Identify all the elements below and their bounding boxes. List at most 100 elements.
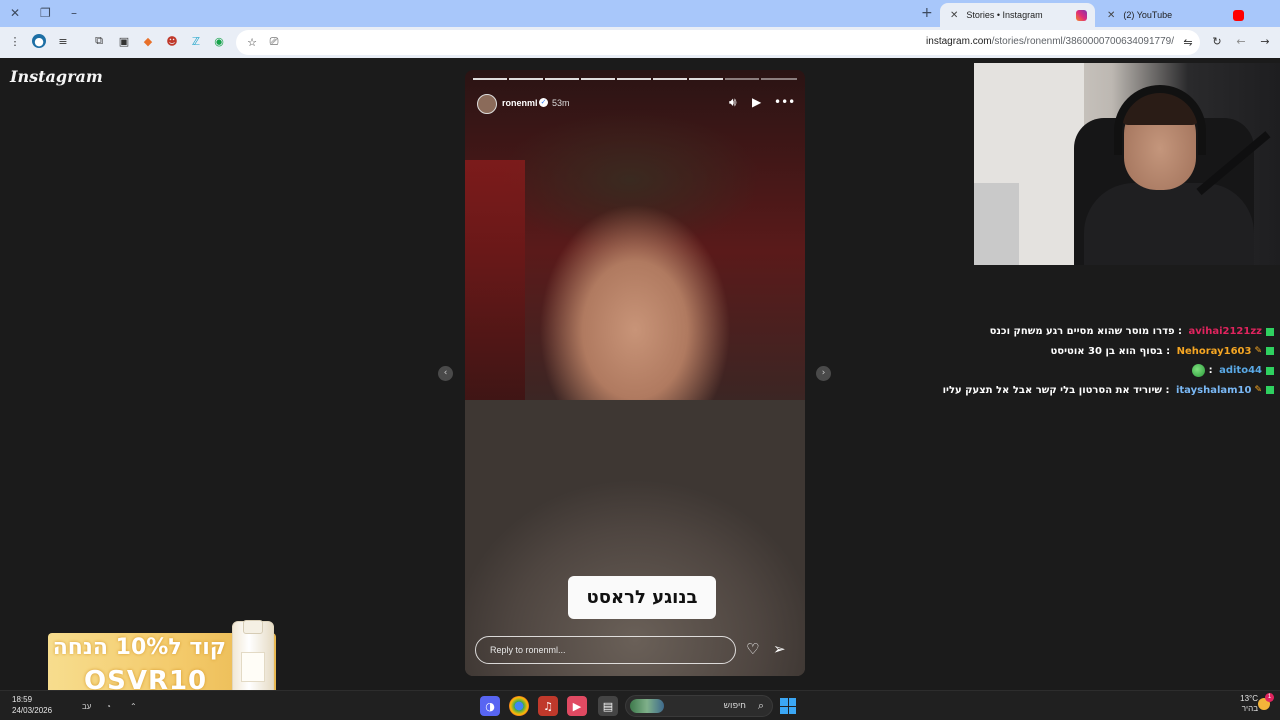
- search-label: חיפוש: [723, 701, 746, 711]
- more-options-icon[interactable]: •••: [774, 95, 795, 109]
- windows-taskbar: 18:59 24/03/2026 עב ◔ ⌃ ◑ ♫ ▶ ▤ חיפוש ⌕ …: [0, 690, 1280, 720]
- restore-window-icon[interactable]: ❐: [40, 6, 51, 20]
- earth-emote-icon: [1192, 364, 1206, 378]
- url-text[interactable]: instagram.com/stories/ronenml/3860000700…: [926, 36, 1174, 47]
- close-tab-icon[interactable]: ✕: [1107, 10, 1115, 21]
- tab-youtube[interactable]: ✕ (2) YouTube: [1097, 3, 1252, 27]
- instagram-favicon-icon: [1076, 9, 1087, 21]
- chat-badge-icon: [1266, 386, 1274, 395]
- tray-chevron-icon[interactable]: ⌃: [130, 702, 137, 711]
- tab-instagram[interactable]: ✕ Stories • Instagram: [940, 3, 1095, 27]
- previous-story-button[interactable]: ‹: [438, 366, 453, 381]
- chat-message: פדרו מוסר שהוא מסיים רגע משחק וכנס : avi…: [974, 322, 1274, 342]
- close-tab-icon[interactable]: ✕: [950, 10, 958, 21]
- tab-title: Stories • Instagram: [966, 10, 1043, 20]
- back-arrow-icon[interactable]: ←: [1234, 34, 1248, 48]
- streaming-app-icon[interactable]: ▶: [567, 696, 587, 716]
- reply-input[interactable]: Reply to ronenml...: [475, 636, 736, 664]
- language-indicator-icon[interactable]: עב: [82, 702, 91, 711]
- send-icon[interactable]: ➢: [773, 640, 786, 658]
- extension-orange-icon[interactable]: ◆: [141, 34, 155, 48]
- new-tab-button[interactable]: +: [921, 5, 933, 21]
- weather-description: בהיר: [1241, 704, 1258, 713]
- extension-face-icon[interactable]: ☻: [165, 34, 179, 48]
- story-progress-segment-current: [725, 78, 759, 80]
- story-progress-segment: [545, 78, 579, 80]
- instagram-logo[interactable]: Instagram: [10, 67, 103, 86]
- site-settings-icon[interactable]: ⇋: [1181, 35, 1195, 49]
- volume-icon[interactable]: 🔊︎: [729, 95, 737, 110]
- story-progress-segment: [761, 78, 797, 80]
- media-app-icon[interactable]: ♫: [538, 696, 558, 716]
- chat-message: שיוריד את הסרטון בלי קשר אבל אל תצעק עלי…: [943, 381, 1274, 401]
- reload-icon[interactable]: ↻: [1210, 34, 1224, 48]
- chrome-app-icon[interactable]: [509, 696, 529, 716]
- story-progress-segment: [473, 78, 507, 80]
- bottle-cap: [243, 620, 263, 634]
- extensions-puzzle-icon[interactable]: ⧉: [92, 34, 106, 48]
- system-clock[interactable]: 18:59 24/03/2026: [12, 694, 52, 716]
- story-background: [465, 400, 805, 676]
- next-story-button[interactable]: ›: [816, 366, 831, 381]
- tab-strip: ✕ ❐ – + ✕ Stories • Instagram ✕ (2) YouT…: [0, 0, 1280, 27]
- address-bar[interactable]: ☆ ⎚ instagram.com/stories/ronenml/386000…: [236, 30, 1200, 55]
- grammarly-icon[interactable]: ◉: [212, 34, 226, 48]
- search-icon: ⌕: [757, 699, 764, 712]
- chat-message: : adito44: [974, 361, 1274, 381]
- url-domain: instagram.com: [926, 36, 992, 47]
- chat-separator: :: [1174, 326, 1186, 338]
- weather-temperature: 13°C: [1240, 694, 1258, 703]
- translate-extension-icon[interactable]: ℤ: [189, 34, 203, 48]
- url-path: /stories/ronenml/3860000700634091779/: [991, 36, 1174, 47]
- story-username[interactable]: ronenml: [502, 98, 538, 108]
- taskbar-search[interactable]: חיפוש ⌕: [625, 695, 773, 717]
- pen-badge-icon: ✎: [1254, 346, 1262, 357]
- story-background: [465, 160, 525, 420]
- verified-badge-icon: ✓: [539, 98, 548, 107]
- search-highlight-image: [630, 699, 664, 713]
- chat-separator: :: [1205, 365, 1217, 377]
- story-progress-segment: [689, 78, 723, 80]
- story-user-avatar[interactable]: [477, 94, 497, 114]
- tab-search-icon[interactable]: ▣: [117, 34, 131, 48]
- webcam-background: [974, 183, 1019, 265]
- headset: [1114, 85, 1206, 155]
- file-explorer-icon[interactable]: ▤: [598, 696, 618, 716]
- discord-app-icon[interactable]: ◑: [480, 696, 500, 716]
- story-progress-segment: [581, 78, 615, 80]
- chat-badge-icon: [1266, 366, 1274, 375]
- bottle-label: [241, 652, 265, 682]
- chat-separator: :: [1162, 345, 1174, 357]
- story-progress-segment: [617, 78, 651, 80]
- browser-toolbar: ⋮ ● ≡ ⧉ ▣ ◆ ☻ ℤ ◉ ☆ ⎚ instagram.com/stor…: [0, 27, 1280, 58]
- forward-arrow-icon[interactable]: →: [1258, 34, 1272, 48]
- close-window-icon[interactable]: ✕: [10, 6, 20, 20]
- stream-chat: פדרו מוסר שהוא מסיים רגע משחק וכנס : avi…: [943, 322, 1274, 401]
- chat-message-text: שיוריד את הסרטון בלי קשר אבל אל תצעק עלי…: [942, 384, 1162, 396]
- profile-avatar-icon[interactable]: ●: [32, 34, 46, 48]
- extension-icon[interactable]: ≡: [56, 34, 70, 48]
- story-timestamp: 53m: [552, 98, 570, 108]
- chat-username: Nehoray1603: [1176, 345, 1252, 357]
- webcam-overlay: [974, 63, 1280, 265]
- streamer-body: [1084, 183, 1254, 265]
- chat-username: itayshalam10: [1175, 384, 1252, 396]
- chat-badge-icon: [1266, 347, 1274, 356]
- story-viewer[interactable]: ronenml ✓ 53m 🔊︎ ▶ ••• בנוגע לראסט Reply…: [465, 70, 805, 676]
- weather-widget[interactable]: 13°C בהיר: [1240, 694, 1258, 714]
- wifi-icon[interactable]: ◔: [106, 702, 111, 711]
- play-icon[interactable]: ▶: [752, 95, 761, 109]
- cast-icon[interactable]: ⎚: [267, 35, 281, 49]
- chat-message-text: פדרו מוסר שהוא מסיים רגע משחק וכנס: [989, 326, 1175, 338]
- like-heart-icon[interactable]: ♡: [746, 640, 759, 658]
- windows-start-icon[interactable]: [780, 698, 796, 714]
- chat-message: בסוף הוא בן 30 אוטיסט : Nehoray1603 ✎: [974, 342, 1274, 362]
- story-progress-segment: [509, 78, 543, 80]
- story-caption: בנוגע לראסט: [568, 576, 716, 619]
- notification-badge: 1: [1265, 693, 1274, 702]
- menu-kebab-icon[interactable]: ⋮: [8, 34, 22, 48]
- pen-badge-icon: ✎: [1254, 385, 1262, 396]
- minimize-window-icon[interactable]: –: [71, 6, 77, 20]
- bookmark-star-icon[interactable]: ☆: [245, 35, 259, 49]
- chat-separator: :: [1161, 384, 1173, 396]
